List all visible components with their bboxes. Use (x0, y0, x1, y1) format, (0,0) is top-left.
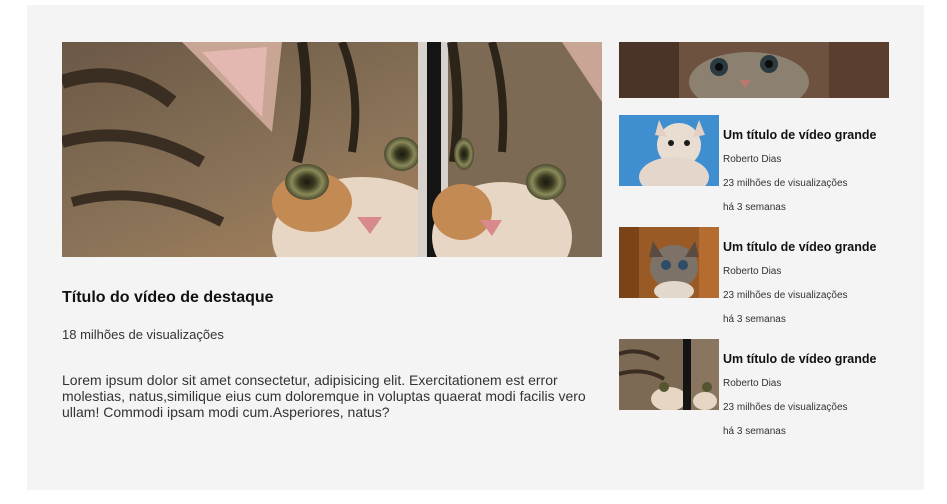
video-thumbnail[interactable] (619, 227, 719, 298)
video-title[interactable]: Um título de vídeo grande (723, 128, 877, 142)
featured-video-description: Lorem ipsum dolor sit amet consectetur, … (62, 372, 586, 420)
video-author: Roberto Dias (723, 378, 782, 389)
video-title[interactable]: Um título de vídeo grande (723, 352, 877, 366)
featured-video-thumbnail[interactable] (62, 42, 602, 257)
video-title[interactable]: Um título de vídeo grande (723, 240, 877, 254)
list-item[interactable]: Um título de vídeo grande Roberto Dias 2… (619, 227, 894, 325)
video-thumbnail[interactable] (619, 115, 719, 186)
video-views: 23 milhões de visualizações (723, 402, 848, 413)
video-age: há 3 semanas (723, 426, 786, 437)
featured-video-views: 18 milhões de visualizações (62, 327, 224, 342)
video-thumbnail[interactable] (619, 339, 719, 410)
video-views: 23 milhões de visualizações (723, 178, 848, 189)
featured-video-title[interactable]: Título do vídeo de destaque (62, 289, 274, 307)
video-author: Roberto Dias (723, 266, 782, 277)
list-item[interactable]: Um título de vídeo grande Roberto Dias 2… (619, 115, 894, 213)
video-age: há 3 semanas (723, 202, 786, 213)
video-views: 23 milhões de visualizações (723, 290, 848, 301)
top-video-thumbnail[interactable] (619, 42, 889, 98)
video-author: Roberto Dias (723, 154, 782, 165)
video-age: há 3 semanas (723, 314, 786, 325)
list-item[interactable]: Um título de vídeo grande Roberto Dias 2… (619, 339, 894, 437)
